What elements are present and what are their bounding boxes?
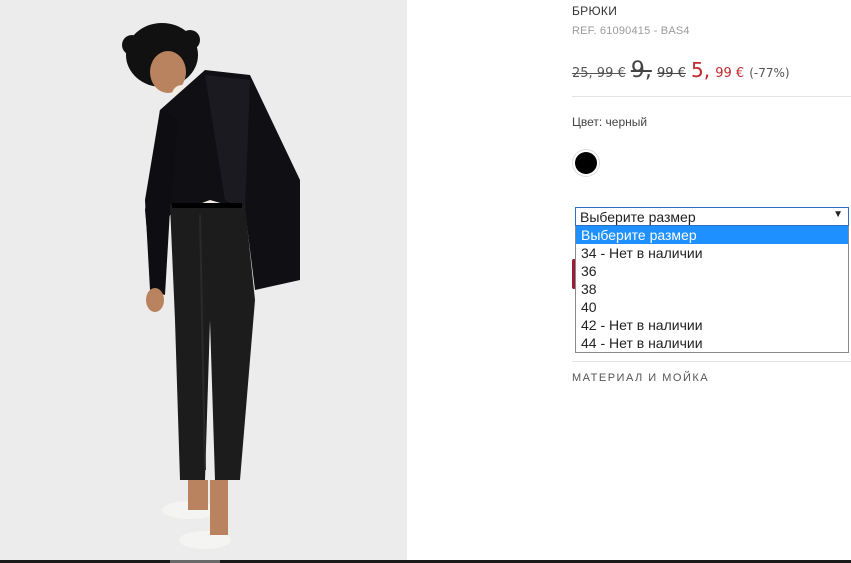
color-swatch-black[interactable]	[575, 152, 597, 174]
product-ref: REF. 61090415 - BAS4	[572, 25, 690, 37]
material-care-link[interactable]: МАТЕРИАЛ И МОЙКА	[572, 372, 709, 384]
old-price-2-dec: 99 €	[656, 66, 686, 81]
size-option[interactable]: Выберите размер	[576, 226, 848, 244]
model-illustration	[0, 0, 407, 560]
size-select-value: Выберите размер	[580, 209, 696, 225]
old-price-1: 25, 99 €	[572, 66, 626, 81]
sale-price-int: 5,	[691, 58, 711, 82]
color-label: Цвет: черный	[572, 115, 648, 129]
product-photo[interactable]	[0, 0, 407, 560]
divider	[572, 96, 851, 97]
size-option[interactable]: 34 - Нет в наличии	[576, 244, 848, 262]
size-option[interactable]: 36	[576, 262, 848, 280]
chevron-down-icon: ▼	[833, 209, 843, 220]
product-title: БРЮКИ	[572, 4, 618, 18]
size-option[interactable]: 38	[576, 280, 848, 298]
discount-label: (-77%)	[749, 66, 790, 80]
price-row: 25, 99 € 9, 99 € 5, 99 € (-77%)	[572, 58, 790, 83]
size-option[interactable]: 42 - Нет в наличии	[576, 316, 848, 334]
product-info-panel: БРЮКИ REF. 61090415 - BAS4 25, 99 € 9, 9…	[572, 0, 851, 560]
size-dropdown-list: Выберите размер 34 - Нет в наличии 36 38…	[575, 226, 849, 353]
old-price-2-int: 9,	[630, 58, 652, 83]
size-select[interactable]: Выберите размер ▼	[575, 207, 849, 226]
sale-price-dec: 99 €	[715, 66, 745, 81]
divider	[572, 361, 851, 362]
size-option[interactable]: 44 - Нет в наличии	[576, 334, 848, 352]
size-option[interactable]: 40	[576, 298, 848, 316]
